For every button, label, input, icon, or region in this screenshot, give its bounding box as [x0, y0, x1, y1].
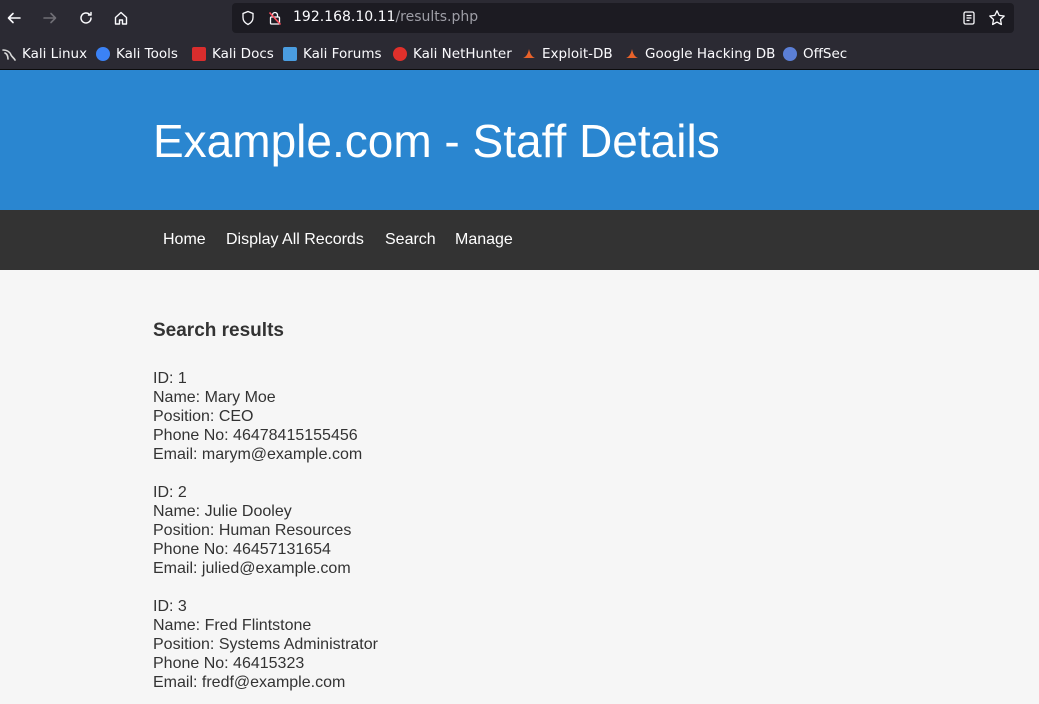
- kali-docs-icon: [192, 47, 206, 61]
- bookmark-label: Kali Forums: [303, 46, 382, 62]
- record-phone: Phone No: 46415323: [153, 655, 305, 672]
- record-position: Position: CEO: [153, 408, 254, 425]
- address-bar[interactable]: 192.168.10.11/results.php: [232, 3, 1014, 33]
- search-results: Search results ID: 1 Name: Mary Moe Posi…: [153, 320, 853, 692]
- bookmarks-toolbar: Kali Linux Kali Tools Kali Docs Kali For…: [0, 36, 1039, 70]
- kali-forums-icon: [283, 47, 297, 61]
- url-path: /results.php: [395, 9, 479, 25]
- bookmark-star-icon[interactable]: [988, 9, 1006, 27]
- bookmark-label: Kali Linux: [22, 46, 88, 62]
- url-text[interactable]: 192.168.10.11/results.php: [293, 9, 478, 25]
- record-position: Position: Systems Administrator: [153, 636, 378, 653]
- kali-tools-icon: [96, 47, 110, 61]
- reload-button[interactable]: [72, 4, 100, 32]
- bookmark-kali-forums[interactable]: Kali Forums: [283, 45, 382, 63]
- record-email: Email: fredf@example.com: [153, 674, 346, 691]
- nav-home[interactable]: Home: [163, 231, 206, 249]
- reader-view-icon[interactable]: [960, 9, 978, 27]
- record-name: Name: Mary Moe: [153, 389, 276, 406]
- bookmark-label: Exploit-DB: [542, 46, 613, 62]
- record-position: Position: Human Resources: [153, 522, 352, 539]
- bookmark-label: OffSec: [803, 46, 848, 62]
- bookmark-kali-docs[interactable]: Kali Docs: [192, 45, 274, 63]
- results-heading: Search results: [153, 320, 284, 341]
- home-button[interactable]: [107, 4, 135, 32]
- record-name: Name: Fred Flintstone: [153, 617, 312, 634]
- staff-record: ID: 3 Name: Fred Flintstone Position: Sy…: [153, 597, 853, 692]
- record-id: ID: 3: [153, 598, 187, 615]
- arrow-left-icon: [7, 12, 21, 24]
- nav-display-all-records[interactable]: Display All Records: [226, 231, 364, 249]
- record-id: ID: 2: [153, 484, 187, 501]
- kali-nethunter-icon: [393, 47, 407, 61]
- bookmark-exploit-db[interactable]: Exploit-DB: [522, 45, 613, 63]
- page-title: Example.com - Staff Details: [153, 115, 720, 167]
- bookmark-kali-linux[interactable]: Kali Linux: [2, 45, 87, 63]
- staff-record: ID: 2 Name: Julie Dooley Position: Human…: [153, 483, 853, 578]
- record-id: ID: 1: [153, 370, 187, 387]
- site-nav: Home Display All Records Search Manage: [0, 210, 1039, 270]
- bookmark-label: Kali NetHunter: [413, 46, 512, 62]
- offsec-icon: [783, 47, 797, 61]
- staff-record: ID: 1 Name: Mary Moe Position: CEO Phone…: [153, 369, 853, 464]
- reload-icon: [80, 11, 92, 24]
- arrow-right-icon: [43, 12, 57, 24]
- site-header: Example.com - Staff Details: [0, 70, 1039, 210]
- bookmark-offsec[interactable]: OffSec: [783, 45, 847, 63]
- browser-toolbar: 192.168.10.11/results.php: [0, 0, 1039, 36]
- bookmark-kali-tools[interactable]: Kali Tools: [96, 45, 178, 63]
- shield-icon[interactable]: [239, 9, 257, 27]
- url-host: 192.168.10.11: [293, 9, 396, 25]
- nav-manage[interactable]: Manage: [455, 231, 513, 249]
- record-phone: Phone No: 46478415155456: [153, 427, 358, 444]
- bookmark-label: Google Hacking DB: [645, 46, 776, 62]
- ghdb-icon: [625, 47, 639, 61]
- record-phone: Phone No: 46457131654: [153, 541, 331, 558]
- record-email: Email: julied@example.com: [153, 560, 351, 577]
- bookmark-kali-nethunter[interactable]: Kali NetHunter: [393, 45, 512, 63]
- bookmark-google-hacking-db[interactable]: Google Hacking DB: [625, 45, 775, 63]
- exploit-db-icon: [522, 47, 536, 61]
- home-icon: [114, 11, 128, 25]
- forward-button[interactable]: [36, 4, 64, 32]
- back-button[interactable]: [0, 4, 28, 32]
- insecure-lock-icon[interactable]: [266, 9, 284, 27]
- bookmark-label: Kali Docs: [212, 46, 274, 62]
- bookmark-label: Kali Tools: [116, 46, 178, 62]
- record-email: Email: marym@example.com: [153, 446, 363, 463]
- record-name: Name: Julie Dooley: [153, 503, 292, 520]
- kali-dragon-icon: [2, 47, 16, 61]
- nav-search[interactable]: Search: [385, 231, 436, 249]
